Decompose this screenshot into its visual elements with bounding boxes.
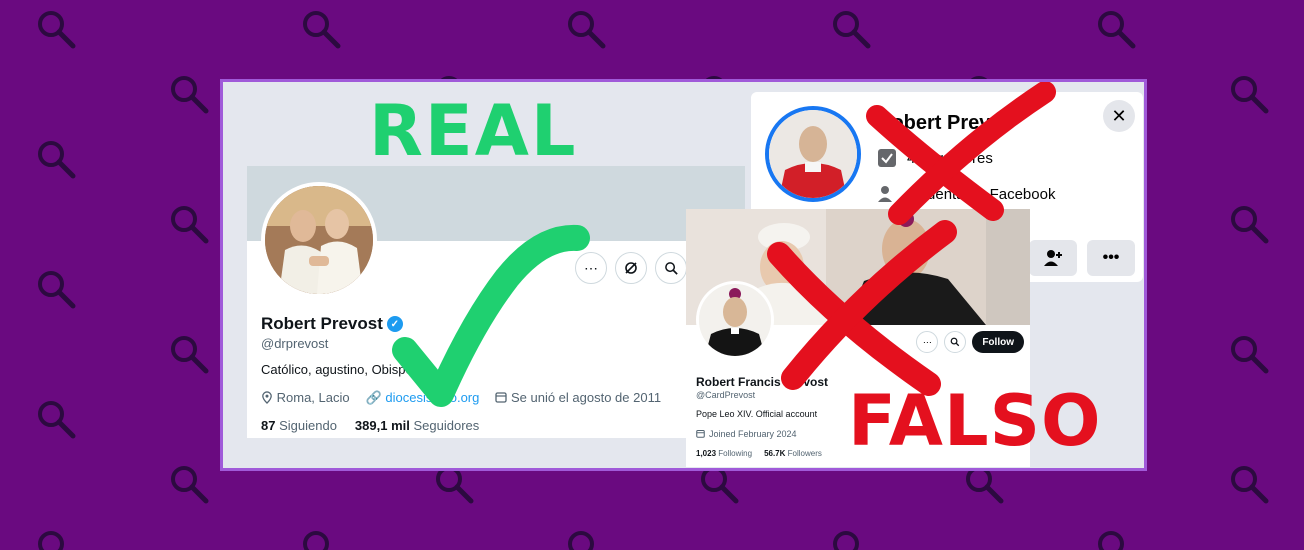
search-icon: [171, 206, 209, 244]
facebook-avatar[interactable]: [765, 106, 861, 202]
joined-text: Se unió el agosto de 2011: [510, 390, 662, 405]
search-icon: [1231, 76, 1269, 114]
search-icon: [568, 11, 606, 49]
more-options-button[interactable]: ⋯: [575, 252, 607, 284]
real-label: REAL: [369, 90, 578, 172]
profile-location: Roma, Lacio: [261, 390, 350, 406]
search-icon: [38, 141, 76, 179]
followers-count: 389,1 mil: [354, 418, 410, 433]
search-icon: [38, 271, 76, 309]
following-stat[interactable]: 87 Siguiendo: [261, 418, 337, 433]
search-icon: [171, 336, 209, 374]
joined-text: Joined February 2024: [709, 429, 797, 439]
link-icon: 🔗: [365, 390, 382, 405]
more-icon: ⋯: [922, 336, 932, 347]
search-icon: [38, 531, 64, 550]
facebook-name: Robert Prev: [877, 112, 991, 134]
fake-label: FALSO: [848, 380, 1102, 462]
facebook-followers: 4 seguidores: [907, 149, 993, 167]
grok-icon: [625, 262, 637, 274]
facebook-more-button[interactable]: •••: [1087, 240, 1135, 276]
search-icon: [664, 261, 678, 275]
profile-name: Robert Prevost: [261, 314, 383, 333]
followers-label: Seguidores: [413, 418, 480, 433]
fake-profile-actions: ⋯ Follow: [916, 331, 1024, 353]
fake-profile-avatar[interactable]: [696, 281, 774, 359]
search-icon: [171, 76, 209, 114]
search-icon: [1231, 466, 1269, 504]
add-friend-button[interactable]: [1029, 240, 1077, 276]
search-icon: [833, 531, 859, 550]
add-friend-icon: [1044, 250, 1062, 266]
search-icon: [171, 466, 209, 504]
fake-profile-handle: @CardPrevost: [696, 390, 756, 400]
followers-stat[interactable]: 389,1 mil Seguidores: [355, 418, 479, 433]
location-icon: [262, 391, 272, 404]
search-icon: [1098, 11, 1136, 49]
fake-profile-stats: 1,023 Following 56.7K Followers: [696, 449, 822, 458]
real-profile-card: ⋯ S Robert Prevost ✓ @drprevost Católico…: [247, 166, 745, 438]
search-button[interactable]: [655, 252, 687, 284]
followers-stat[interactable]: 56.7K Followers: [764, 449, 822, 458]
facebook-account: a cuenta de Facebook: [907, 185, 1056, 203]
facebook-followers-row: 4 seguidores: [877, 148, 993, 168]
following-stat[interactable]: 1,023 Following: [696, 449, 752, 458]
following-count: 87: [261, 418, 276, 433]
profile-avatar[interactable]: [261, 182, 377, 298]
fake-profile-joined: Joined February 2024: [696, 429, 797, 439]
calendar-icon: [495, 392, 508, 403]
search-button[interactable]: [944, 331, 967, 353]
search-icon: [833, 11, 871, 49]
follow-button[interactable]: Follow: [972, 331, 1024, 353]
search-icon: [1098, 531, 1124, 550]
close-icon: ✕: [1111, 105, 1127, 126]
profile-handle: @drprevost: [261, 336, 329, 351]
checkbox-icon: [878, 149, 896, 167]
profile-website[interactable]: 🔗 diocesis...yo.org: [366, 390, 480, 406]
following-count: 1,023: [696, 449, 717, 458]
following-label: Following: [718, 449, 753, 458]
more-icon: •••: [1102, 249, 1120, 266]
search-icon: [303, 531, 329, 550]
calendar-icon: [696, 429, 705, 438]
search-icon: [1231, 206, 1269, 244]
profile-stats: 87 Siguiendo 389,1 mil Seguidores: [261, 418, 479, 433]
profile-joined: Se unió el agosto de 2011: [495, 390, 661, 406]
facebook-account-row: a cuenta de Facebook: [877, 184, 1055, 204]
website-link[interactable]: diocesis...yo.org: [385, 390, 479, 405]
search-icon: [1231, 336, 1269, 374]
followers-label: Followers: [787, 449, 822, 458]
following-label: Siguiendo: [279, 418, 337, 433]
fake-profile-bio: Pope Leo XIV. Official account: [696, 409, 818, 419]
profile-meta: Roma, Lacio 🔗 diocesis...yo.org Se unió …: [261, 390, 661, 406]
grok-button[interactable]: [615, 252, 647, 284]
comparison-frame: REAL ⋯ S Robert Prevos: [220, 79, 1147, 471]
search-icon: [568, 531, 594, 550]
close-button[interactable]: ✕: [1103, 100, 1135, 132]
followers-count: 56.7K: [764, 449, 786, 458]
more-options-button[interactable]: ⋯: [916, 331, 939, 353]
location-text: Roma, Lacio: [276, 390, 350, 405]
fake-profile-name: Robert Francis Prevost: [696, 375, 829, 389]
search-icon: [38, 401, 76, 439]
profile-name-row: Robert Prevost ✓: [261, 314, 403, 334]
verified-icon: ✓: [386, 316, 403, 332]
more-icon: ⋯: [584, 259, 598, 276]
search-icon: [303, 11, 341, 49]
search-icon: [38, 11, 76, 49]
search-icon: [950, 337, 960, 347]
person-icon: [878, 186, 892, 202]
profile-bio: Católico, agustino, Obispo: [261, 362, 413, 377]
